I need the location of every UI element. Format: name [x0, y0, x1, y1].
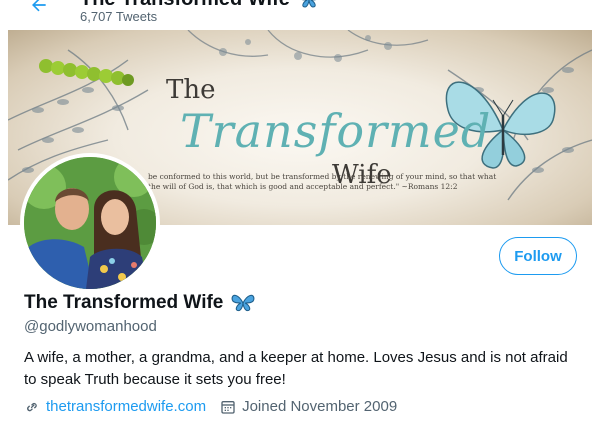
profile-header: The Transformed Wife 6,707 Tweets — [0, 0, 600, 30]
joined-info: Joined November 2009 — [220, 398, 397, 415]
arrow-left-icon — [32, 0, 46, 12]
avatar[interactable] — [20, 153, 160, 293]
profile-meta: thetransformedwife.com Joined November 2… — [24, 398, 397, 415]
profile-bio: A wife, a mother, a grandma, and a keepe… — [24, 349, 568, 388]
follow-button[interactable]: Follow — [499, 237, 577, 275]
back-button[interactable] — [26, 0, 52, 18]
profile-name: The Transformed Wife — [24, 292, 255, 314]
link-icon — [27, 402, 37, 411]
banner-title-transformed: Transformed — [180, 104, 492, 158]
calendar-icon — [221, 400, 235, 414]
website-link[interactable]: thetransformedwife.com — [46, 398, 206, 415]
butterfly-icon — [302, 0, 316, 8]
profile-name-text: The Transformed Wife — [24, 292, 224, 313]
butterfly-icon — [231, 294, 255, 312]
tweet-count: 6,707 Tweets — [80, 9, 158, 24]
avatar-photo — [24, 157, 156, 289]
banner-title-the: The — [166, 75, 216, 105]
banner-verse: be conformed to this world, but be trans… — [148, 172, 497, 191]
joined-date: Joined November 2009 — [242, 398, 398, 415]
profile-handle: @godlywomanhood — [24, 318, 157, 335]
